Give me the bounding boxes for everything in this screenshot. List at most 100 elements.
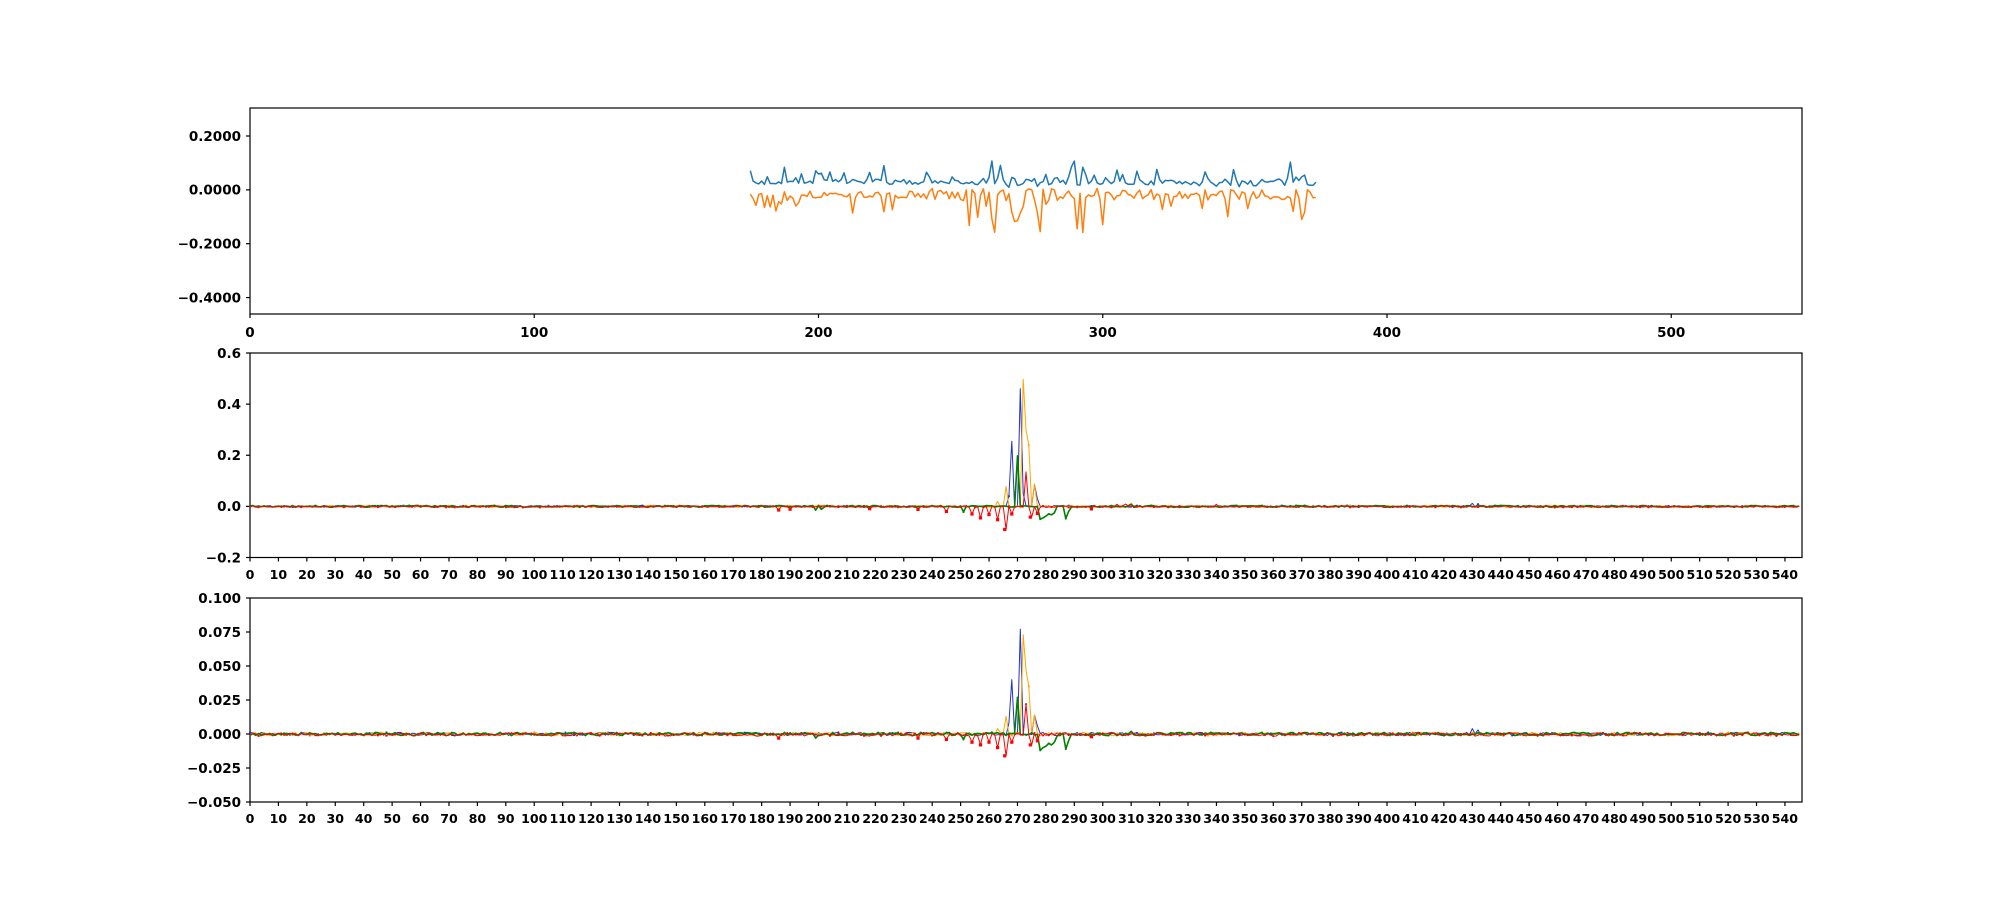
y-tick-label: 0.2 <box>217 448 241 464</box>
x-tick-label: 190 <box>777 811 804 826</box>
point-marker <box>1732 734 1735 737</box>
point-marker <box>1084 505 1087 508</box>
point-marker <box>1170 505 1172 508</box>
point-marker <box>419 732 422 735</box>
point-marker <box>1255 733 1258 736</box>
x-tick-label: 400 <box>1374 811 1401 826</box>
point-marker <box>757 733 760 735</box>
x-tick-label: 70 <box>440 567 458 582</box>
point-marker <box>419 505 422 507</box>
point-marker <box>1246 506 1249 508</box>
x-tick-label: 130 <box>606 567 633 582</box>
x-tick-label: 300 <box>1090 811 1117 826</box>
point-marker <box>718 733 720 735</box>
point-marker <box>1047 742 1050 745</box>
point-marker <box>1639 732 1641 734</box>
point-marker <box>760 733 763 736</box>
x-tick-label: 110 <box>550 811 577 826</box>
y-tick-label: 0.4 <box>217 397 241 413</box>
point-marker <box>1116 505 1118 508</box>
point-marker <box>1741 506 1744 509</box>
point-marker <box>1442 733 1445 735</box>
point-marker <box>1545 505 1548 507</box>
point-marker <box>1468 733 1471 736</box>
point-marker <box>513 732 516 735</box>
x-tick-label: 360 <box>1260 811 1287 826</box>
x-tick-label: 350 <box>1232 811 1259 826</box>
x-tick-label: 360 <box>1260 567 1287 582</box>
point-marker <box>786 732 789 734</box>
point-marker <box>945 731 948 734</box>
y-tick-label: 0.2000 <box>189 129 241 145</box>
y-tick-label: −0.2000 <box>178 237 241 253</box>
series-line-blue <box>749 160 1317 188</box>
point-marker <box>794 505 797 508</box>
point-marker <box>1153 506 1155 508</box>
point-marker <box>666 734 669 737</box>
x-tick-label: 520 <box>1715 567 1742 582</box>
x-tick-label: 440 <box>1488 567 1515 582</box>
point-marker <box>1084 733 1087 735</box>
point-marker <box>590 732 592 734</box>
point-marker <box>1357 504 1360 507</box>
x-tick-label: 430 <box>1459 811 1486 826</box>
point-marker <box>1050 506 1053 508</box>
point-marker <box>291 732 294 735</box>
x-tick-label: 10 <box>270 811 288 826</box>
point-marker <box>1792 506 1795 508</box>
point-marker <box>394 733 396 736</box>
x-tick-label: 100 <box>521 811 548 826</box>
point-marker <box>351 734 354 736</box>
point-marker <box>641 505 644 508</box>
point-marker <box>1681 734 1684 737</box>
point-marker <box>1477 503 1479 505</box>
point-marker <box>982 506 985 509</box>
point-marker <box>1434 506 1437 509</box>
point-marker <box>701 505 703 508</box>
x-tick-label: 210 <box>834 811 861 826</box>
point-marker <box>1704 734 1707 736</box>
point-marker <box>462 505 465 507</box>
point-marker <box>718 506 720 508</box>
x-tick-label: 350 <box>1232 567 1259 582</box>
x-tick-label: 130 <box>606 811 633 826</box>
point-marker <box>1664 505 1667 508</box>
point-marker <box>1010 734 1013 737</box>
point-marker <box>436 733 439 736</box>
point-marker <box>1127 505 1130 507</box>
point-marker <box>436 506 439 508</box>
point-marker <box>266 505 268 508</box>
x-tick-label: 380 <box>1317 811 1344 826</box>
point-marker <box>1408 734 1411 737</box>
point-marker <box>314 504 317 507</box>
point-marker <box>905 732 908 735</box>
red-tip-marker <box>1089 507 1093 511</box>
point-marker <box>1639 506 1641 509</box>
point-marker <box>1246 734 1249 737</box>
point-marker <box>649 505 652 508</box>
point-marker <box>1673 505 1675 507</box>
point-marker <box>1647 506 1650 509</box>
point-marker <box>1008 495 1010 498</box>
point-marker <box>342 506 345 509</box>
red-tip-marker <box>987 513 991 517</box>
point-marker <box>365 732 368 735</box>
y-tick-label: 0.6 <box>217 346 241 362</box>
point-marker <box>1690 506 1692 508</box>
point-marker <box>843 732 845 735</box>
point-marker <box>504 506 507 509</box>
x-tick-label: 310 <box>1118 567 1145 582</box>
x-tick-label: 330 <box>1175 811 1202 826</box>
point-marker <box>1698 506 1701 508</box>
point-marker <box>740 732 743 734</box>
point-marker <box>1630 506 1633 508</box>
y-tick-label: −0.050 <box>187 795 241 811</box>
x-tick-label: 150 <box>663 567 690 582</box>
x-tick-label: 80 <box>469 567 487 582</box>
point-marker <box>829 735 831 737</box>
red-tip-marker <box>777 736 781 740</box>
point-marker <box>1099 732 1101 735</box>
point-marker <box>408 504 411 507</box>
point-marker <box>1107 734 1110 737</box>
figure-canvas: 0 100 200 300 400 500 0.2000 0.0000 −0.2000 −0.40… <box>0 0 2000 900</box>
